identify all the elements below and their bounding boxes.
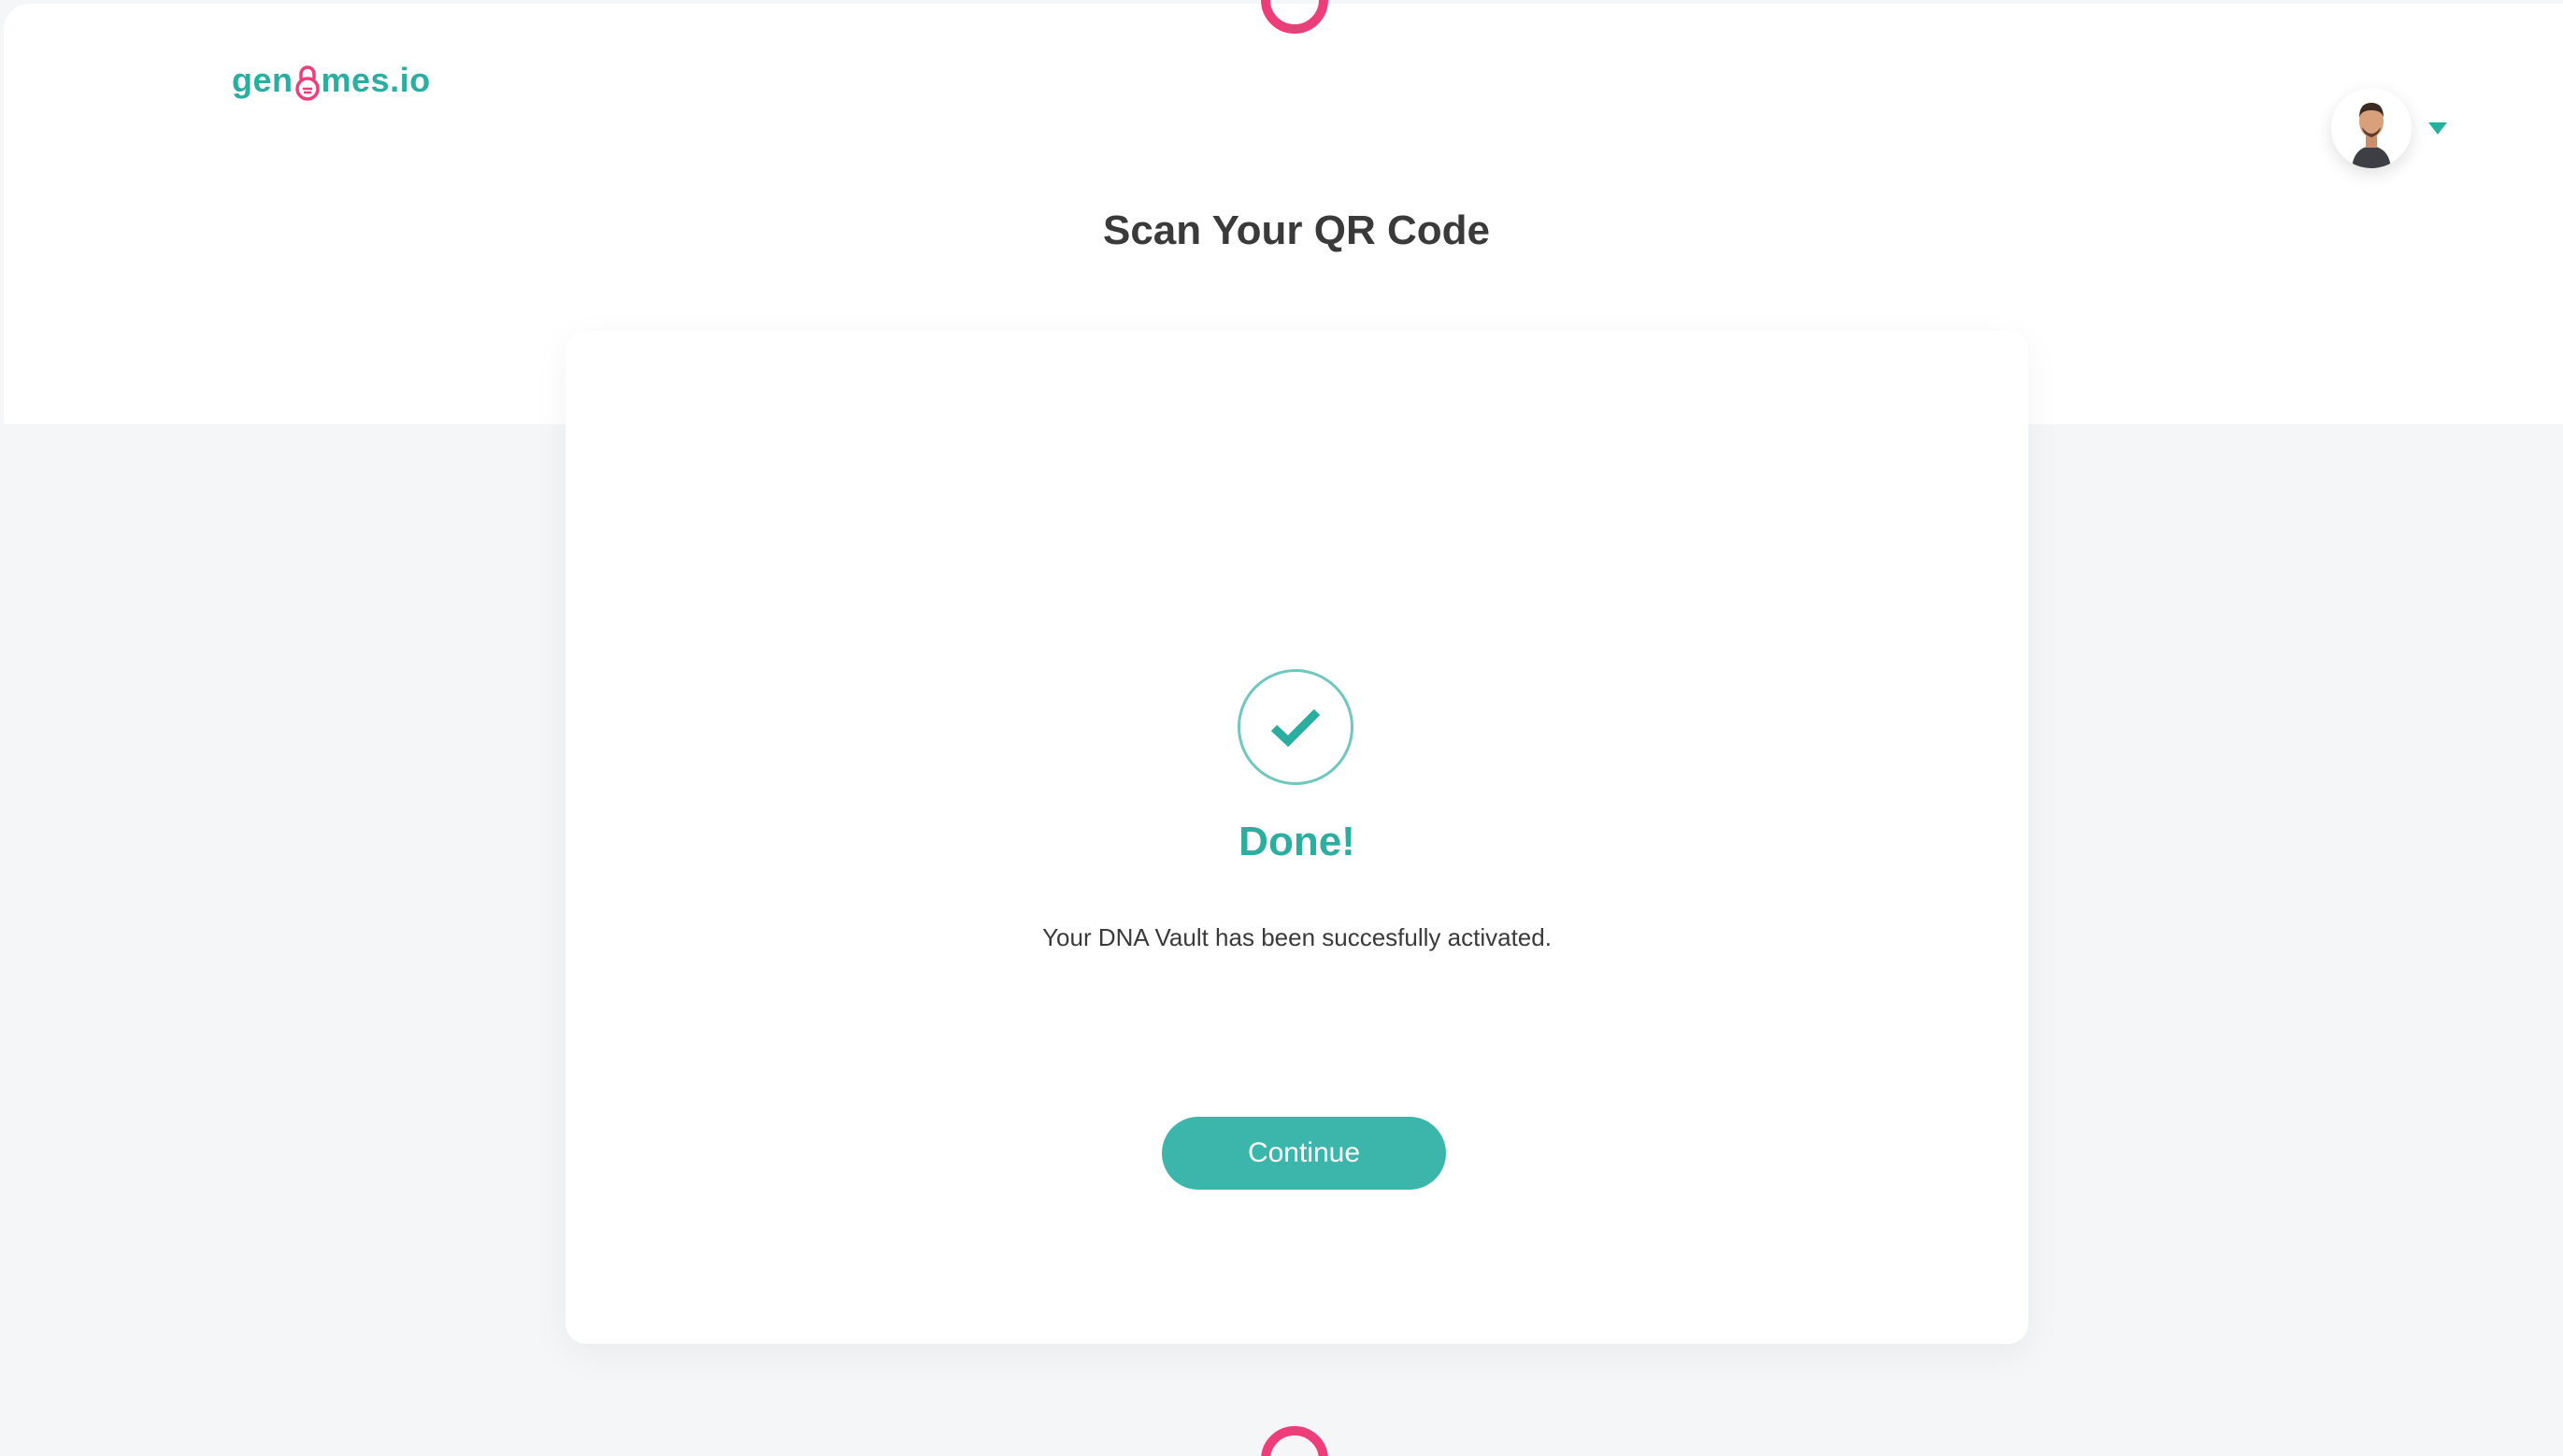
page: gen mes.io Scan Your QR Code Done! Your …	[0, 0, 2563, 1456]
caret-down-icon[interactable]	[2428, 121, 2447, 135]
user-avatar-icon	[2331, 88, 2412, 168]
checkmark-icon	[1270, 708, 1321, 748]
decorative-ring-bottom	[1261, 1426, 1328, 1456]
activation-card: Done! Your DNA Vault has been succesfull…	[566, 331, 2028, 1344]
done-heading: Done!	[1239, 819, 1355, 864]
logo-text-right: mes.io	[321, 61, 431, 99]
lock-icon	[294, 64, 321, 101]
logo-text-left: gen	[232, 61, 294, 99]
user-avatar[interactable]	[2331, 88, 2412, 168]
activation-message: Your DNA Vault has been succesfully acti…	[1042, 923, 1552, 951]
success-status	[1238, 669, 1353, 785]
continue-button[interactable]: Continue	[1162, 1117, 1446, 1190]
page-title: Scan Your QR Code	[1102, 207, 1490, 253]
user-menu[interactable]	[2331, 88, 2447, 168]
genomes-logo[interactable]: gen mes.io	[232, 56, 431, 105]
